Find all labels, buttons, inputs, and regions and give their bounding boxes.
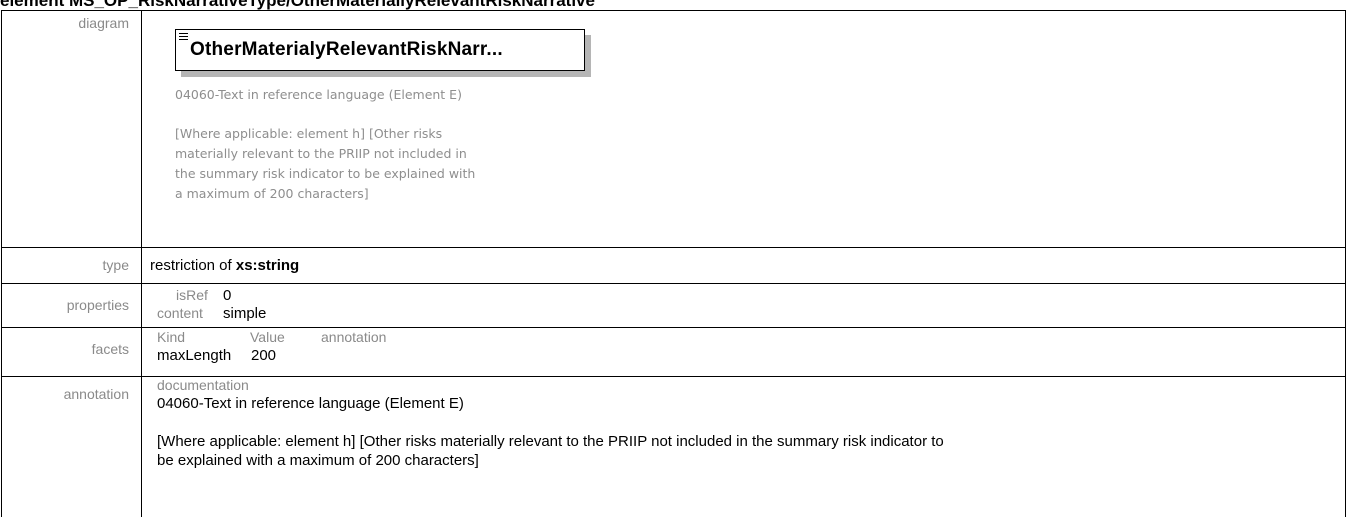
- annotation-row: annotation documentation 04060-Text in r…: [2, 377, 1345, 517]
- facets-label: facets: [2, 328, 142, 376]
- annotation-line2: [Where applicable: element h] [Other ris…: [157, 433, 944, 450]
- properties-content: isRef 0 content simple: [143, 284, 1345, 327]
- diagram-note-line3: materially relevant to the PRIIP not inc…: [175, 146, 467, 161]
- element-menu-icon: [179, 33, 188, 42]
- annotation-line3: be explained with a maximum of 200 chara…: [157, 452, 479, 469]
- diagram-note-line1: 04060-Text in reference language (Elemen…: [175, 87, 462, 102]
- facets-row: facets Kind Value annotation maxLength 2…: [2, 328, 1345, 377]
- diagram-note-line5: a maximum of 200 characters]: [175, 186, 369, 201]
- type-row: type restriction of xs:string: [2, 248, 1345, 284]
- facet-kind: maxLength: [157, 347, 232, 364]
- diagram-note-line4: the summary risk indicator to be explain…: [175, 166, 476, 181]
- type-base: xs:string: [235, 257, 300, 274]
- diagram-note-line2: [Where applicable: element h] [Other ris…: [175, 126, 443, 141]
- properties-row: properties isRef 0 content simple: [2, 284, 1345, 328]
- facets-header-value: Value: [250, 329, 285, 345]
- prop-value-isref: 0: [223, 287, 232, 304]
- type-content: restriction of xs:string: [143, 248, 1345, 283]
- facets-content: Kind Value annotation maxLength 200: [143, 328, 1345, 376]
- properties-label: properties: [2, 284, 142, 327]
- element-name: OtherMaterialyRelevantRiskNarr...: [190, 39, 503, 60]
- prop-key-isref: isRef: [176, 287, 208, 303]
- type-label: type: [2, 248, 142, 283]
- facets-header-kind: Kind: [157, 329, 186, 345]
- annotation-label: annotation: [2, 377, 142, 517]
- prop-value-content: simple: [223, 305, 267, 322]
- annotation-line1: 04060-Text in reference language (Elemen…: [157, 395, 464, 412]
- facets-header-annotation: annotation: [321, 329, 387, 345]
- schema-doc-table: diagram OtherMaterialyRelevantRiskNarr..…: [1, 10, 1346, 517]
- annotation-doc-label: documentation: [157, 377, 249, 393]
- diagram-label: diagram: [2, 11, 142, 247]
- annotation-content: documentation 04060-Text in reference la…: [143, 377, 1345, 517]
- element-box[interactable]: OtherMaterialyRelevantRiskNarr...: [175, 29, 585, 71]
- prop-key-content: content: [157, 305, 203, 321]
- type-prefix: restriction of: [150, 257, 236, 274]
- diagram-content: OtherMaterialyRelevantRiskNarr... 04060-…: [143, 11, 1345, 247]
- facet-value: 200: [251, 347, 277, 364]
- diagram-row: diagram OtherMaterialyRelevantRiskNarr..…: [2, 11, 1345, 248]
